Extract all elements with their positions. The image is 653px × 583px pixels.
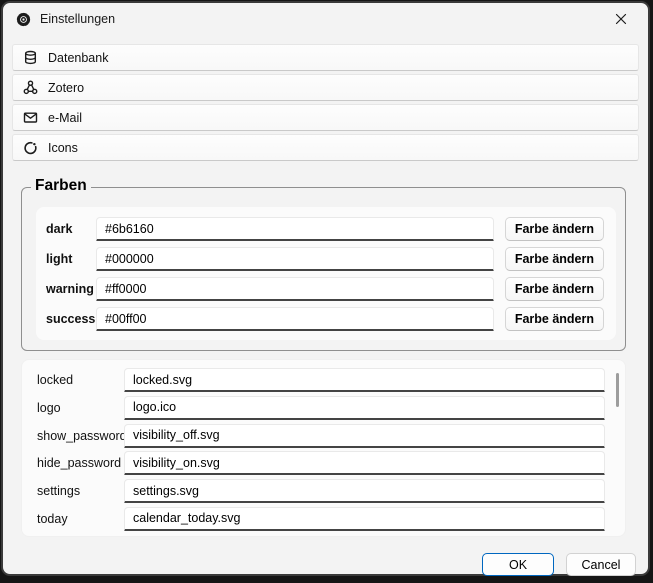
change-color-button-light[interactable]: Farbe ändern [505, 247, 604, 271]
icon-file-row-logo: logo [37, 395, 605, 421]
color-value-input-light[interactable] [96, 247, 494, 271]
icon-file-input-locked[interactable] [124, 368, 605, 392]
icon-files-panel: locked logo show_password hide_password … [21, 359, 626, 537]
cancel-button[interactable]: Cancel [566, 553, 636, 576]
color-value-input-success[interactable] [96, 307, 494, 331]
icon-file-row-show-password: show_password [37, 423, 605, 449]
close-button[interactable] [610, 8, 632, 30]
section-header-zotero[interactable]: Zotero [12, 74, 639, 101]
color-value-input-dark[interactable] [96, 217, 494, 241]
icon-file-input-hide-password[interactable] [124, 451, 605, 475]
icon-file-label: logo [37, 401, 124, 415]
color-label: success [46, 312, 96, 326]
sync-icon [23, 140, 38, 155]
color-row-light: light Farbe ändern [46, 246, 604, 272]
icon-file-row-hide-password: hide_password [37, 450, 605, 476]
zotero-icon [23, 80, 38, 95]
icon-file-label: settings [37, 484, 124, 498]
icon-file-input-settings[interactable] [124, 479, 605, 503]
icon-file-label: show_password [37, 429, 124, 443]
database-icon [23, 50, 38, 65]
ok-button[interactable]: OK [482, 553, 554, 576]
footer: OK Cancel [3, 537, 648, 576]
change-color-button-dark[interactable]: Farbe ändern [505, 217, 604, 241]
titlebar: Einstellungen [3, 3, 648, 35]
section-label: Datenbank [48, 51, 108, 65]
icon-file-row-today: today [37, 506, 605, 532]
color-row-success: success Farbe ändern [46, 306, 604, 332]
icon-file-label: locked [37, 373, 124, 387]
section-header-email[interactable]: e-Mail [12, 104, 639, 131]
section-header-icons[interactable]: Icons [12, 134, 639, 161]
mail-icon [23, 110, 38, 125]
color-label: dark [46, 222, 96, 236]
section-label: e-Mail [48, 111, 82, 125]
window-title: Einstellungen [40, 12, 115, 26]
gear-icon [16, 12, 31, 27]
settings-dialog: Einstellungen Datenbank Zotero [1, 1, 650, 576]
icon-file-row-locked: locked [37, 367, 605, 393]
farben-legend: Farben [31, 177, 91, 195]
farben-panel: dark Farbe ändern light Farbe ändern war… [36, 207, 616, 340]
icon-file-input-logo[interactable] [124, 396, 605, 420]
section-label: Icons [48, 141, 78, 155]
color-label: warning [46, 282, 96, 296]
section-headers: Datenbank Zotero e-Mail Icons [3, 35, 648, 161]
close-icon [615, 13, 627, 25]
color-value-input-warning[interactable] [96, 277, 494, 301]
color-row-warning: warning Farbe ändern [46, 276, 604, 302]
icon-file-row-settings: settings [37, 478, 605, 504]
icon-file-label: today [37, 512, 124, 526]
color-label: light [46, 252, 96, 266]
section-header-datenbank[interactable]: Datenbank [12, 44, 639, 71]
color-row-dark: dark Farbe ändern [46, 216, 604, 242]
change-color-button-success[interactable]: Farbe ändern [505, 307, 604, 331]
icon-file-label: hide_password [37, 456, 124, 470]
icon-file-input-show-password[interactable] [124, 424, 605, 448]
change-color-button-warning[interactable]: Farbe ändern [505, 277, 604, 301]
icon-file-input-today[interactable] [124, 507, 605, 531]
section-label: Zotero [48, 81, 84, 95]
scrollbar-thumb[interactable] [616, 373, 619, 407]
farben-groupbox: Farben dark Farbe ändern light Farbe änd… [21, 187, 626, 351]
